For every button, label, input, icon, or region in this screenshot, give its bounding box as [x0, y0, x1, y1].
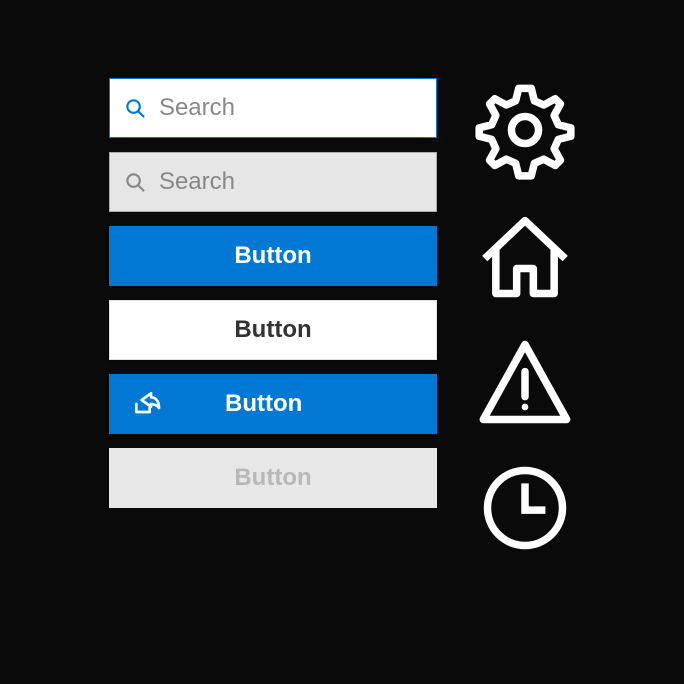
clock-icon	[475, 458, 575, 558]
search-icon	[124, 169, 147, 195]
gear-icon	[475, 80, 575, 180]
search-input-inactive[interactable]	[159, 168, 422, 196]
button-label: Button	[234, 242, 311, 270]
standard-button[interactable]: Button	[109, 300, 437, 360]
icon-column	[475, 78, 575, 558]
button-label: Button	[234, 316, 311, 344]
button-label: Button	[225, 390, 302, 418]
button-label: Button	[234, 464, 311, 492]
share-button[interactable]: Button	[109, 374, 437, 434]
home-icon	[475, 206, 575, 306]
warning-icon	[475, 332, 575, 432]
search-box-inactive[interactable]	[109, 152, 437, 212]
disabled-button: Button	[109, 448, 437, 508]
controls-column: Button Button Button Button	[109, 78, 437, 508]
primary-button[interactable]: Button	[109, 226, 437, 286]
search-icon	[124, 95, 147, 121]
search-box-active[interactable]	[109, 78, 437, 138]
search-input-active[interactable]	[159, 94, 422, 122]
share-icon	[131, 388, 163, 420]
